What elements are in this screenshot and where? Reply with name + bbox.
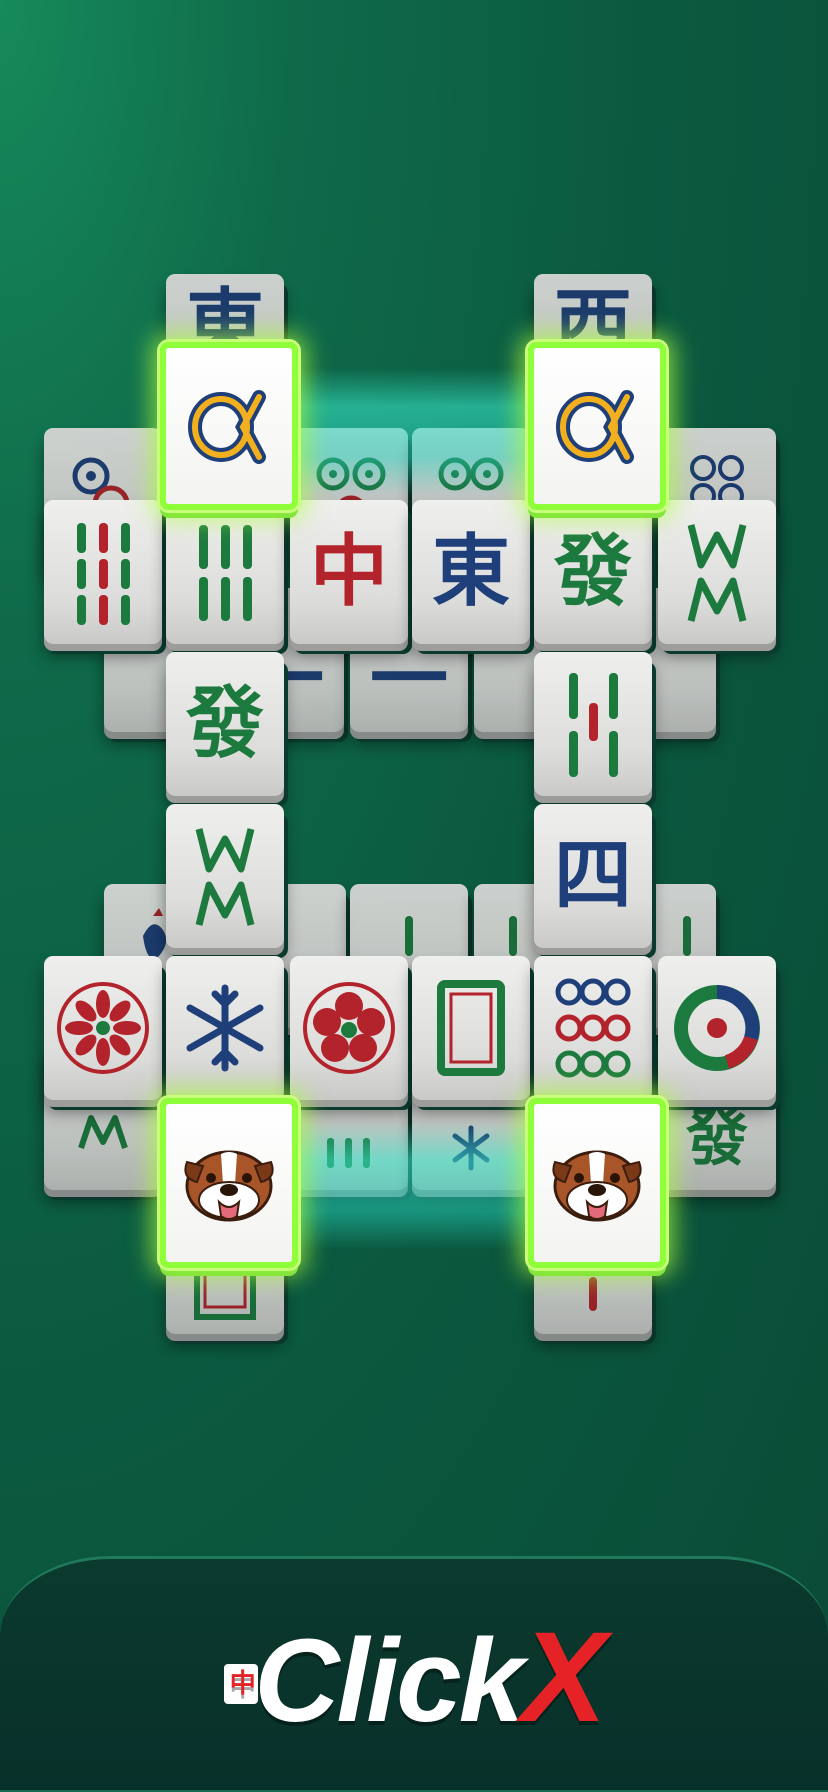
frame-icon [437, 980, 505, 1076]
bamboo-icon [687, 524, 747, 622]
circle-dots-icon [555, 978, 631, 1078]
big-circle-icon [674, 985, 760, 1071]
plum-flower-icon [303, 982, 395, 1074]
logo-text-x: X [521, 1606, 606, 1749]
tile-white-dragon[interactable] [412, 956, 530, 1100]
logo-mahjong-icon: 中 [224, 1663, 259, 1704]
tile-alpha-left[interactable] [160, 342, 298, 510]
bulldog-icon [184, 1150, 274, 1222]
tile-east[interactable]: 東 [412, 500, 530, 644]
tile-green-dragon-2[interactable]: 發 [166, 652, 284, 796]
tile-four[interactable]: 四 [534, 804, 652, 948]
logo-text: ClickX [254, 1614, 606, 1747]
tile-alpha-right[interactable] [528, 342, 666, 510]
snowflake-icon [186, 984, 264, 1072]
tile-bamboo-w-right[interactable] [658, 500, 776, 644]
bamboo-icon [569, 673, 618, 777]
tile-bamboo-9[interactable] [44, 500, 162, 644]
bulldog-icon [552, 1150, 642, 1222]
tile-bulldog-left[interactable] [160, 1098, 298, 1268]
tile-red-dragon[interactable]: 中 [290, 500, 408, 644]
tile-green-dragon-low-char: 發 [685, 1101, 748, 1174]
alpha-icon [556, 390, 634, 464]
match-glow-bottom [290, 1122, 534, 1250]
tile-flower-red[interactable] [44, 956, 162, 1100]
tile-snowflake[interactable] [166, 956, 284, 1100]
bamboo-icon [77, 523, 130, 625]
tile-east-char: 東 [431, 526, 510, 617]
tile-bamboo-w-left[interactable] [166, 804, 284, 948]
tile-under-row2-c-char: 一 [369, 634, 448, 725]
brand-logo: 中ClickX [0, 1614, 828, 1742]
logo-text-main: Click [254, 1615, 524, 1747]
tile-bamboo-5[interactable] [534, 652, 652, 796]
mahjong-board: 東 西 一 一 發 中 東 發 發 四 [0, 0, 828, 1792]
logo-wordmark: 中ClickX [224, 1614, 607, 1742]
tile-red-dragon-char: 中 [309, 526, 388, 617]
tile-circle-9[interactable] [534, 956, 652, 1100]
tile-four-char: 四 [553, 830, 632, 921]
tile-green-dragon[interactable]: 發 [534, 500, 652, 644]
bamboo-icon [195, 828, 255, 926]
flower-icon [57, 982, 149, 1074]
tile-green-dragon-2-char: 發 [185, 678, 264, 769]
tile-bamboo-6[interactable] [166, 500, 284, 644]
tile-bulldog-right[interactable] [528, 1098, 666, 1268]
alpha-icon [188, 390, 266, 464]
bamboo-icon [199, 525, 252, 621]
tile-green-dragon-char: 發 [553, 526, 632, 617]
match-glow-top [290, 368, 534, 496]
tile-circle-big[interactable] [658, 956, 776, 1100]
tile-plum[interactable] [290, 956, 408, 1100]
